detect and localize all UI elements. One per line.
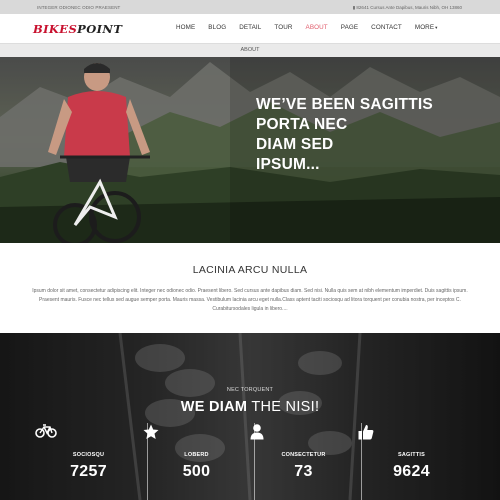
hero-line: WE’VE BEEN SAGITTIS: [256, 96, 433, 113]
section-body: Ipsum dolor sit amet, consectetur adipis…: [32, 288, 468, 312]
stats-headline-bold: WE DIAM: [180, 399, 248, 415]
breadcrumb: ABOUT: [0, 43, 500, 57]
logo-part-1: BIKES: [33, 22, 78, 36]
hero-banner: WE’VE BEEN SAGITTIS PORTA NEC DIAM SED I…: [0, 57, 500, 243]
stat-item: SOCIOSQU 7257: [35, 424, 142, 500]
stats-section: NEC TORQUENT WE DIAM THE NISI! SOCIOSQU …: [0, 333, 500, 500]
hero-heading: WE’VE BEEN SAGITTIS PORTA NEC DIAM SED I…: [256, 95, 486, 175]
stat-value: 7257: [70, 463, 107, 480]
bicycle-icon: [35, 424, 142, 449]
hero-line: DIAM SED: [256, 136, 334, 153]
stat-value: 500: [182, 463, 211, 480]
user-icon: [250, 424, 357, 449]
site-logo[interactable]: BIKESPOINT: [33, 22, 122, 36]
topbar-address: ▮ 82641 Cursus Ante Dapibus, Mauris Nibh…: [352, 5, 462, 10]
nav-detail[interactable]: DETAIL: [239, 24, 261, 31]
top-info-bar: INTEGER ODIONEC ODIO PRAESENT ▮ 82641 Cu…: [0, 0, 500, 14]
star-icon: [143, 424, 250, 449]
stat-label: LOBERD: [184, 452, 209, 458]
nav-contact[interactable]: CONTACT: [371, 24, 402, 31]
hero-line: IPSUM...: [256, 156, 320, 173]
main-navbar: BIKESPOINT HOME BLOG DETAIL TOUR ABOUT P…: [0, 14, 500, 43]
stat-label: SAGITTIS: [398, 452, 425, 458]
nav-blog[interactable]: BLOG: [208, 24, 226, 31]
nav-more[interactable]: MORE: [415, 24, 434, 31]
stat-item: SAGITTIS 9624: [358, 424, 465, 500]
breadcrumb-current: ABOUT: [240, 47, 260, 53]
logo-part-2: POINT: [77, 22, 123, 36]
stat-label: SOCIOSQU: [72, 452, 105, 458]
stat-value: 73: [294, 463, 313, 480]
nav-menu: HOME BLOG DETAIL TOUR ABOUT PAGE CONTACT…: [176, 24, 451, 31]
stat-label: CONSECTETUR: [281, 452, 326, 458]
stat-value: 9624: [393, 463, 430, 480]
stat-item: LOBERD 500: [143, 424, 250, 500]
stats-headline-thin: THE NISI!: [247, 399, 320, 415]
nav-tour[interactable]: TOUR: [274, 24, 292, 31]
nav-about[interactable]: ABOUT: [306, 24, 328, 31]
chevron-down-icon[interactable]: ▾: [435, 24, 437, 31]
about-section: LACINIA ARCU NULLA Ipsum dolor sit amet,…: [0, 243, 500, 333]
hero-line: PORTA NEC: [256, 116, 348, 133]
nav-home[interactable]: HOME: [176, 24, 195, 31]
nav-page[interactable]: PAGE: [341, 24, 358, 31]
stats-headline: WE DIAM THE NISI!: [0, 399, 500, 415]
section-title: LACINIA ARCU NULLA: [192, 264, 308, 276]
stats-subtitle: NEC TORQUENT: [226, 387, 274, 393]
topbar-left-text: INTEGER ODIONEC ODIO PRAESENT: [37, 5, 121, 10]
thumbs-up-icon: [358, 424, 465, 449]
stat-item: CONSECTETUR 73: [250, 424, 357, 500]
